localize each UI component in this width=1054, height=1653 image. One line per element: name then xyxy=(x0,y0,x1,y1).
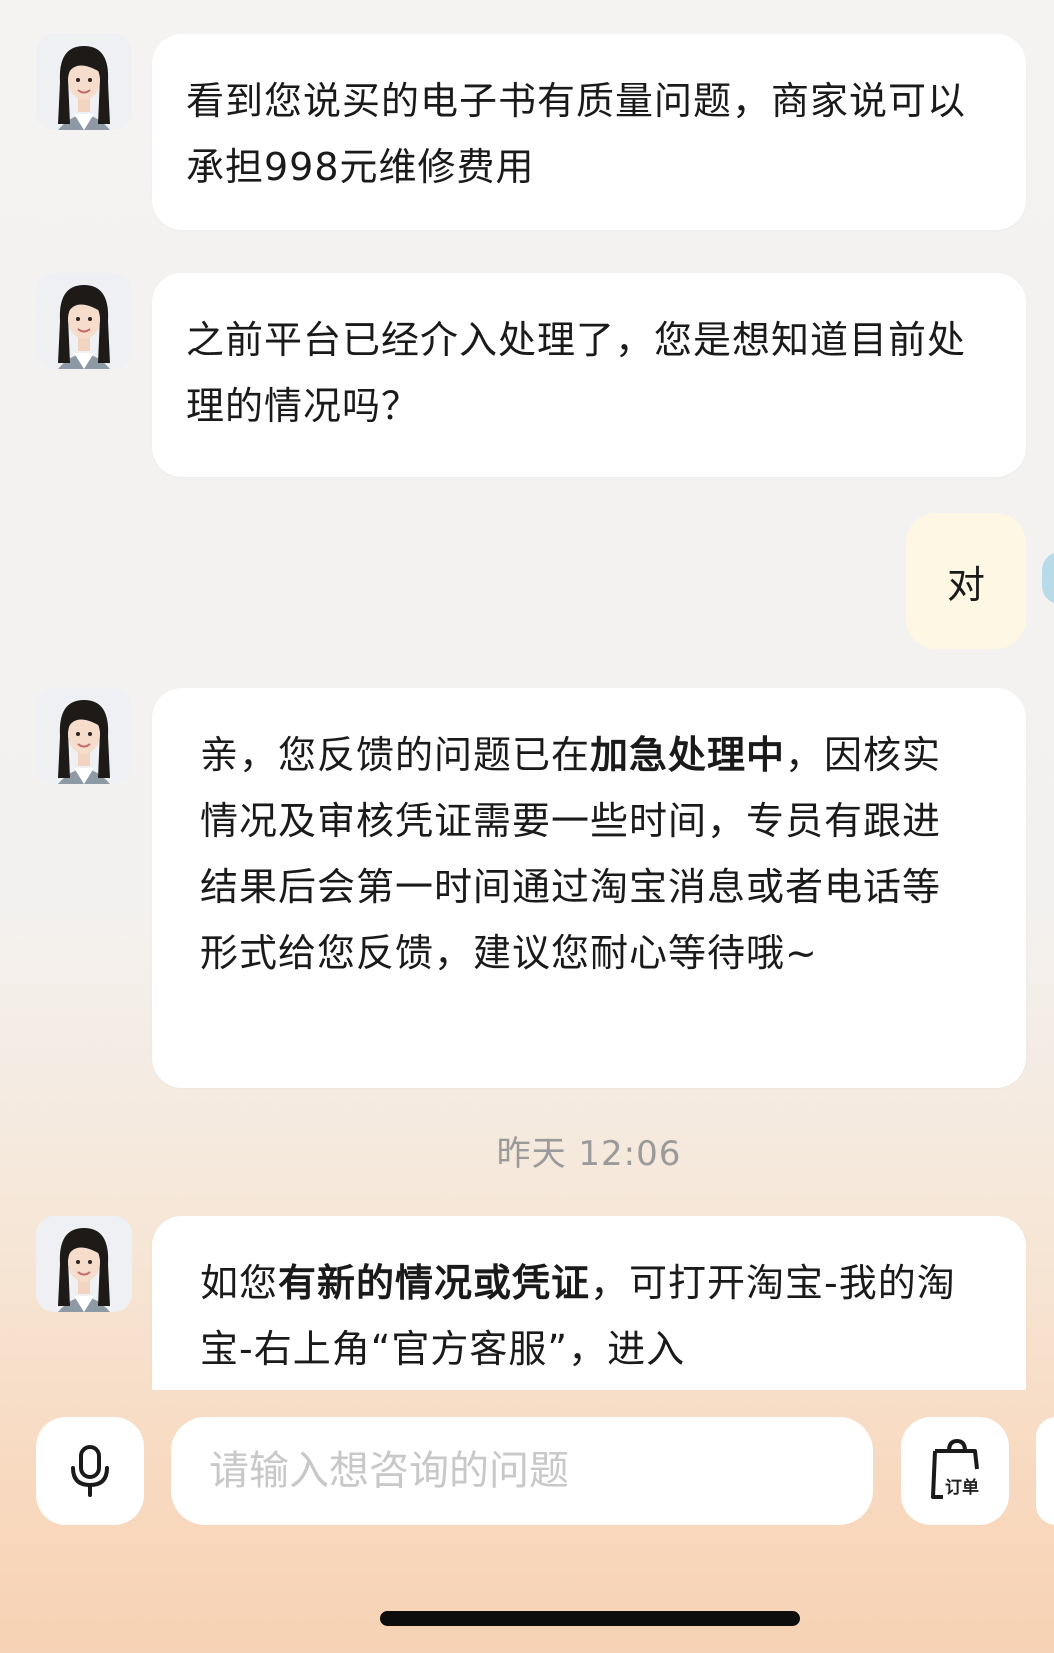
agent-avatar[interactable] xyxy=(36,273,132,369)
home-indicator[interactable] xyxy=(380,1611,800,1626)
message-text-part: 亲，您反馈的问题已在 xyxy=(200,733,591,777)
message-text-emphasis: 加急处理中 xyxy=(590,733,786,777)
agent-avatar-image xyxy=(36,1216,132,1312)
more-button[interactable] xyxy=(1036,1417,1054,1525)
user-avatar xyxy=(1042,552,1054,604)
message-text: 之前平台已经介入处理了，您是想知道目前处理的情况吗？ xyxy=(186,318,967,428)
shopping-bag-icon xyxy=(931,1438,979,1499)
message-text-emphasis: 有新的情况或凭证 xyxy=(278,1261,591,1305)
message-text: 看到您说买的电子书有质量问题，商家说可以承担998元维修费用 xyxy=(186,79,967,189)
chat-area[interactable]: 看到您说买的电子书有质量问题，商家说可以承担998元维修费用 之前平台已经介入处… xyxy=(0,0,1054,1390)
message-text-part: 如您 xyxy=(200,1261,279,1305)
voice-input-button[interactable] xyxy=(36,1417,144,1525)
agent-avatar-image xyxy=(36,34,132,130)
agent-message-bubble[interactable]: 看到您说买的电子书有质量问题，商家说可以承担998元维修费用 xyxy=(152,34,1026,230)
agent-avatar[interactable] xyxy=(36,688,132,784)
orders-label: 订单 xyxy=(945,1478,979,1498)
message-text: 亲，您反馈的问题已在加急处理中，因核实情况及审核凭证需要一些时间，专员有跟进结果… xyxy=(200,722,956,986)
agent-message-bubble[interactable]: 之前平台已经介入处理了，您是想知道目前处理的情况吗？ xyxy=(152,273,1026,477)
agent-avatar-image xyxy=(36,688,132,784)
message-timestamp: 昨天 12:06 xyxy=(496,1134,682,1174)
agent-message-bubble[interactable]: 亲，您反馈的问题已在加急处理中，因核实情况及审核凭证需要一些时间，专员有跟进结果… xyxy=(152,688,1026,1088)
agent-avatar[interactable] xyxy=(36,34,132,130)
question-input[interactable] xyxy=(171,1417,873,1525)
user-message-bubble[interactable]: 对 xyxy=(906,513,1026,649)
message-text: 对 xyxy=(946,562,985,607)
message-text: 如您有新的情况或凭证，可打开淘宝-我的淘宝-右上角“官方客服”，进入 xyxy=(200,1250,956,1382)
agent-message-bubble[interactable]: 如您有新的情况或凭证，可打开淘宝-我的淘宝-右上角“官方客服”，进入 xyxy=(152,1216,1026,1390)
agent-avatar[interactable] xyxy=(36,1216,132,1312)
orders-button[interactable]: 订单 xyxy=(901,1417,1009,1525)
message-composer: 订单 xyxy=(0,1390,1054,1653)
agent-avatar-image xyxy=(36,273,132,369)
microphone-icon xyxy=(71,1445,109,1497)
